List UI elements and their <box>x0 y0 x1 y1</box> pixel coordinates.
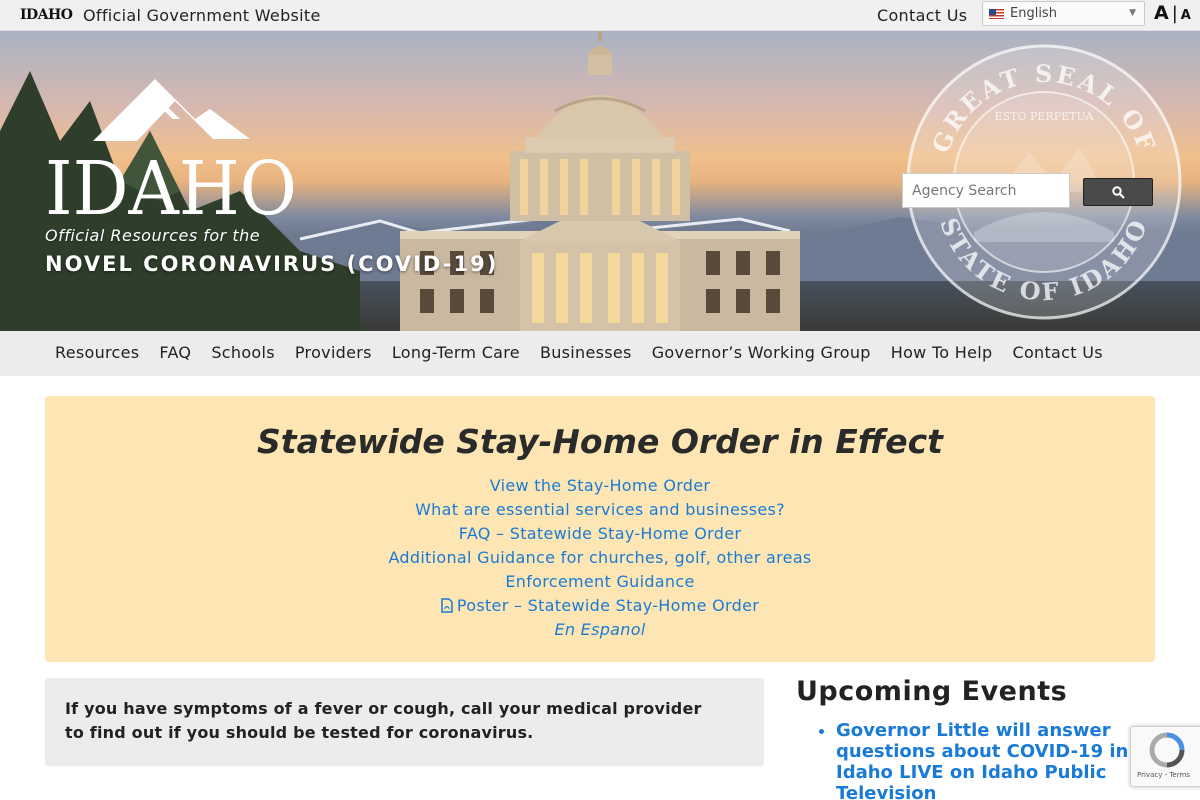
recaptcha-badge[interactable]: Privacy - Terms <box>1130 726 1200 787</box>
alert-links: View the Stay-Home Order What are essent… <box>45 474 1155 642</box>
font-increase-button[interactable]: A <box>1154 2 1169 24</box>
nav-item-contact-us[interactable]: Contact Us <box>1002 331 1112 376</box>
link-additional-guidance[interactable]: Additional Guidance for churches, golf, … <box>45 546 1155 570</box>
language-label: English <box>1010 6 1057 21</box>
idaho-logo[interactable]: IDAHO <box>45 79 300 219</box>
hero-subtitle: Official Resources for the <box>45 226 261 245</box>
nav-item-businesses[interactable]: Businesses <box>530 331 642 376</box>
hero-banner: IDAHO Official Resources for the NOVEL C… <box>0 31 1200 331</box>
link-view-order[interactable]: View the Stay-Home Order <box>45 474 1155 498</box>
top-bar: IDAHO Official Government Website Contac… <box>0 0 1200 31</box>
nav-item-providers[interactable]: Providers <box>285 331 382 376</box>
capitol-building <box>400 31 800 331</box>
chevron-down-icon: ▼ <box>1129 8 1136 18</box>
events-title: Upcoming Events <box>796 676 1068 707</box>
seal-motto: ESTO PERPETUA <box>995 110 1095 123</box>
top-contact-link[interactable]: Contact Us <box>877 6 967 25</box>
nav-item-long-term-care[interactable]: Long-Term Care <box>382 331 530 376</box>
pdf-icon <box>441 598 453 613</box>
symptoms-text: If you have symptoms of a fever or cough… <box>65 699 702 742</box>
nav-item-schools[interactable]: Schools <box>201 331 285 376</box>
idaho-mini-logo[interactable]: IDAHO <box>20 7 73 23</box>
events-list: Governor Little will answer questions ab… <box>836 720 1136 800</box>
link-en-espanol[interactable]: En Espanol <box>45 618 1155 642</box>
nav-item-governors-working-group[interactable]: Governor’s Working Group <box>642 331 881 376</box>
recaptcha-label[interactable]: Privacy - Terms <box>1137 771 1190 779</box>
link-enforcement-guidance[interactable]: Enforcement Guidance <box>45 570 1155 594</box>
font-decrease-button[interactable]: A <box>1181 8 1191 23</box>
agency-search-input[interactable] <box>902 173 1070 208</box>
official-website-label: Official Government Website <box>83 6 321 25</box>
symptoms-notice: If you have symptoms of a fever or cough… <box>45 678 764 766</box>
hero-title: NOVEL CORONAVIRUS (COVID-19) <box>45 252 499 276</box>
font-size-controls: A | A <box>1154 2 1191 24</box>
link-poster[interactable]: Poster – Statewide Stay-Home Order <box>45 594 1155 618</box>
idaho-logo-text: IDAHO <box>45 146 297 219</box>
alert-title: Statewide Stay-Home Order in Effect <box>257 422 943 461</box>
link-poster-label: Poster – Statewide Stay-Home Order <box>456 596 760 615</box>
us-flag-icon <box>989 9 1004 19</box>
search-icon <box>1112 186 1125 199</box>
font-size-separator: | <box>1171 3 1178 24</box>
link-essential-services[interactable]: What are essential services and business… <box>45 498 1155 522</box>
nav-item-resources[interactable]: Resources <box>45 331 149 376</box>
language-select[interactable]: English ▼ <box>982 1 1145 26</box>
link-faq-order[interactable]: FAQ – Statewide Stay-Home Order <box>45 522 1155 546</box>
event-item[interactable]: Governor Little will answer questions ab… <box>836 720 1136 800</box>
recaptcha-icon <box>1149 732 1185 768</box>
nav-item-faq[interactable]: FAQ <box>149 331 201 376</box>
main-nav: Resources FAQ Schools Providers Long-Ter… <box>0 331 1200 376</box>
nav-item-how-to-help[interactable]: How To Help <box>881 331 1003 376</box>
stay-home-alert: Statewide Stay-Home Order in Effect View… <box>45 396 1155 662</box>
search-button[interactable] <box>1083 178 1153 206</box>
